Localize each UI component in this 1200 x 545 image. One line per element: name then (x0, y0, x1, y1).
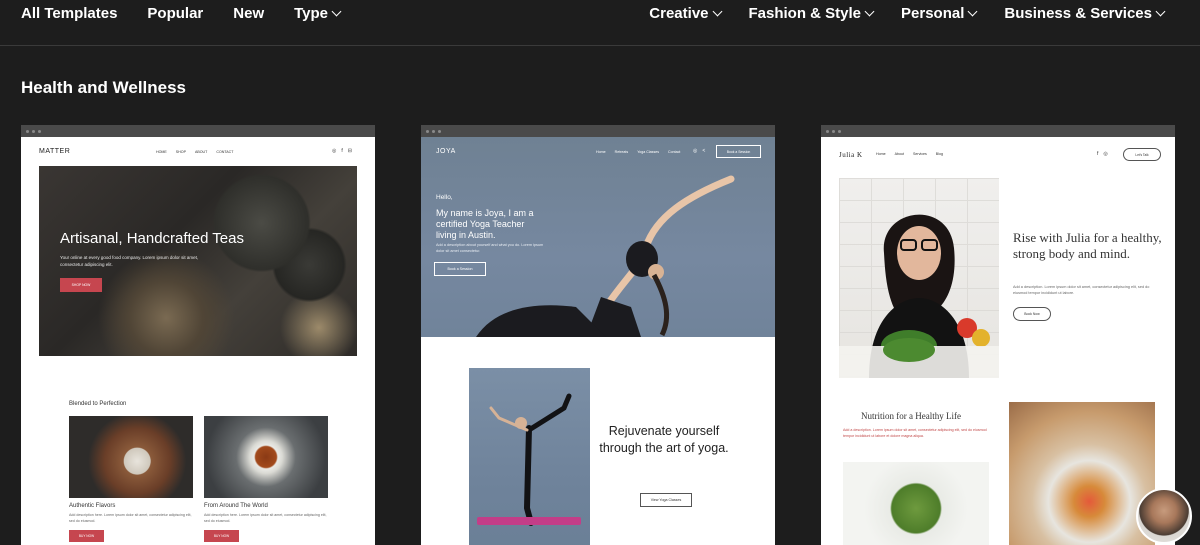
preview-subtitle: Blended to Perfection (69, 401, 127, 407)
chevron-down-icon (1155, 6, 1166, 16)
chevron-down-icon (331, 6, 342, 16)
nav-all-templates[interactable]: All Templates (21, 5, 117, 22)
salad-bowl-image (843, 462, 989, 545)
buy-now-button: Buy Now (69, 530, 104, 542)
template-card-julia[interactable]: Julia K Home About Services Blog f ◎ Let… (821, 125, 1175, 545)
preview-nav-links: Home Retreats Yoga Classes Contact (596, 150, 681, 154)
browser-bar (821, 125, 1175, 137)
tile-image-tea-cup (204, 416, 328, 498)
top-navigation: All Templates Popular New Type Creative … (0, 0, 1200, 46)
template-preview: Julia K Home About Services Blog f ◎ Let… (821, 137, 1175, 545)
section-title: Health and Wellness (21, 78, 187, 97)
facebook-icon: f (1097, 151, 1099, 157)
hero-headline: Rise with Julia for a healthy, strong bo… (1013, 230, 1162, 261)
facebook-icon: f (341, 148, 343, 154)
section-text: Add a description. Lorem ipsum dolor sit… (843, 428, 987, 438)
preview-nav-links: Home About Services Blog (876, 152, 943, 156)
tile-title: Authentic Flavors (69, 503, 116, 509)
chevron-down-icon (967, 6, 978, 16)
preview-logo: JOYA (436, 148, 456, 155)
instagram-icon: ◎ (1103, 151, 1108, 157)
buy-now-button: Buy Now (204, 530, 239, 542)
hero-greeting: Hello, (436, 194, 453, 201)
browser-bar (421, 125, 775, 137)
shop-now-button: Shop Now (60, 278, 102, 292)
template-card-joya[interactable]: JOYA Home Retreats Yoga Classes Contact … (421, 125, 775, 545)
cart-icon: ⊟ (347, 148, 352, 154)
preview-icons: ◎ < (693, 148, 705, 154)
julia-portrait-image (839, 178, 999, 378)
preview-icons: f ◎ (1097, 151, 1108, 157)
nav-creative-dropdown[interactable]: Creative (649, 5, 722, 22)
template-preview: JOYA Home Retreats Yoga Classes Contact … (421, 137, 775, 545)
avatar[interactable] (1136, 488, 1192, 544)
instagram-icon: ◎ (693, 148, 698, 154)
preview-nav-links: Home Shop About Contact (156, 150, 234, 154)
tile-image-teapot (69, 416, 193, 498)
section-title-nutrition: Nutrition for a Healthy Life (861, 411, 961, 421)
nav-business-services-dropdown[interactable]: Business & Services (1004, 5, 1166, 22)
food-plate-image (1009, 402, 1155, 545)
section-headline: Rejuvenate yourself through the art of y… (599, 424, 729, 455)
tile-text: Add description here. Lorem ipsum dolor … (69, 513, 192, 523)
nav-type-dropdown[interactable]: Type (294, 5, 342, 22)
nav-right-group: Creative Fashion & Style Personal Busine… (621, 0, 1166, 26)
preview-logo: MATTER (39, 148, 71, 155)
hero-text: Your online at every good food company. … (60, 255, 199, 267)
nav-personal-dropdown[interactable]: Personal (901, 5, 978, 22)
yoga-mat (477, 517, 581, 525)
nav-new[interactable]: New (233, 5, 264, 22)
lets-talk-button: Let's Talk (1123, 148, 1161, 161)
chevron-down-icon (712, 6, 722, 16)
nav-left-group: All Templates Popular New Type (21, 0, 370, 26)
hero-image-yoga: JOYA Home Retreats Yoga Classes Contact … (421, 137, 775, 337)
hero-image-teas: Artisanal, Handcrafted Teas Your online … (39, 166, 357, 356)
tile-title: From Around The World (204, 503, 268, 509)
preview-icons: ◎ f ⊟ (332, 148, 352, 154)
yoga-figure-image (476, 175, 735, 337)
instagram-icon: ◎ (332, 148, 337, 154)
nav-fashion-style-dropdown[interactable]: Fashion & Style (749, 5, 875, 22)
tile-text: Add description here. Lorem ipsum dolor … (204, 513, 327, 523)
preview-logo: Julia K (839, 151, 863, 159)
hero-title: Artisanal, Handcrafted Teas (60, 230, 244, 247)
template-preview: MATTER Home Shop About Contact ◎ f ⊟ Art… (21, 137, 375, 545)
browser-bar (21, 125, 375, 137)
template-card-matter[interactable]: MATTER Home Shop About Contact ◎ f ⊟ Art… (21, 125, 375, 545)
hero-text: Add a description. Lorem ipsum dolor sit… (1013, 285, 1150, 295)
book-now-button: Book Now (1013, 307, 1051, 321)
share-icon: < (702, 148, 706, 154)
nav-popular[interactable]: Popular (147, 5, 203, 22)
chevron-down-icon (864, 6, 875, 16)
view-yoga-classes-button: View Yoga Classes (640, 493, 692, 507)
